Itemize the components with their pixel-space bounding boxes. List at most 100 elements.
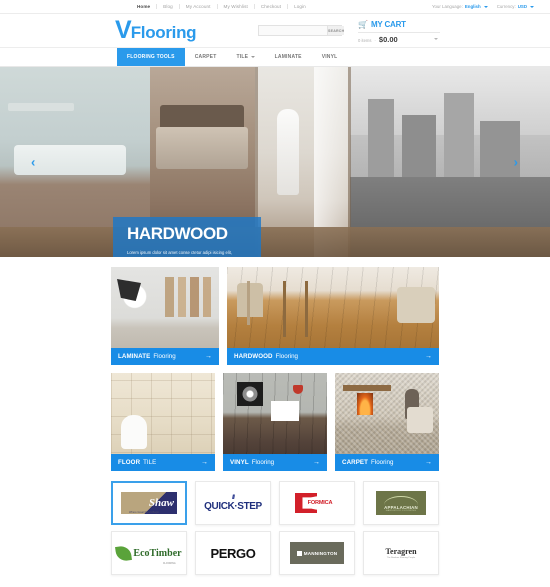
main-nav: FLOORING TOOLS CARPET TILE LAMINATE VINY… bbox=[0, 48, 550, 67]
top-utility-bar: Home Blog My Account My Wishlist Checkou… bbox=[0, 0, 550, 14]
brand-card-appalachian[interactable]: APPALACHIAN HARDWOOD FLOORING bbox=[363, 481, 439, 525]
brand-tagline: HARDWOOD FLOORING bbox=[385, 510, 417, 512]
top-bar-right: Your Language: English Currency: USD bbox=[432, 4, 534, 9]
tile-caption-normal: TILE bbox=[143, 459, 157, 466]
top-nav-item-home[interactable]: Home bbox=[131, 4, 156, 9]
quickstep-logo-icon: /// QUICK·STEP bbox=[204, 495, 262, 512]
site-header: V Flooring SEARCH 🛒 MY CART 0 items - $0… bbox=[0, 14, 550, 48]
divider bbox=[358, 32, 440, 33]
hero-title: HARDWOOD bbox=[127, 224, 228, 243]
hero-slide-caption: HARDWOOD Lorem ipsum dolor sit amet cons… bbox=[113, 217, 261, 257]
brand-name: QUICK·STEP bbox=[204, 500, 262, 512]
nav-label: LAMINATE bbox=[274, 54, 302, 60]
search-bar[interactable]: SEARCH bbox=[258, 25, 345, 36]
nav-item-vinyl[interactable]: VINYL bbox=[312, 48, 348, 66]
brand-row-1: Shaw Where Great Floors Begin /// QUICK·… bbox=[111, 481, 439, 525]
carousel-prev-button[interactable]: ‹ bbox=[31, 156, 35, 169]
brand-name: FORMICA bbox=[307, 500, 333, 506]
cart-separator: - bbox=[374, 38, 376, 43]
tile-hardwood-flooring[interactable]: HARDWOOD Flooring → bbox=[227, 267, 439, 365]
teragren-logo-icon: Teragren The Bamboo Flooring People bbox=[385, 547, 416, 559]
mini-cart[interactable]: 🛒 MY CART 0 items - $0.00 bbox=[358, 20, 440, 44]
top-nav-item-blog[interactable]: Blog bbox=[157, 4, 179, 9]
nav-label: FLOORING TOOLS bbox=[127, 54, 175, 60]
arrow-right-icon: → bbox=[205, 353, 212, 360]
shaw-logo-icon: Shaw Where Great Floors Begin bbox=[121, 492, 177, 514]
brand-card-formica[interactable]: FORMICA bbox=[279, 481, 355, 525]
tile-caption: HARDWOOD Flooring → bbox=[227, 348, 439, 365]
tile-caption-normal: Flooring bbox=[371, 459, 394, 466]
nav-label: VINYL bbox=[321, 54, 338, 60]
language-selector[interactable]: Your Language: English bbox=[432, 4, 488, 9]
brand-name: Teragren bbox=[385, 547, 417, 556]
chevron-down-icon[interactable] bbox=[434, 38, 438, 40]
nav-item-laminate[interactable]: LAMINATE bbox=[265, 48, 312, 66]
chevron-down-icon bbox=[250, 56, 255, 58]
cart-total: $0.00 bbox=[378, 35, 398, 44]
nav-label: CARPET bbox=[194, 54, 217, 60]
arrow-right-icon: → bbox=[313, 459, 320, 466]
cart-item-count: 0 items bbox=[358, 38, 372, 43]
tile-caption-bold: FLOOR bbox=[118, 459, 141, 466]
chevron-down-icon bbox=[483, 5, 488, 8]
tile-caption-bold: HARDWOOD bbox=[234, 353, 273, 360]
tile-caption-bold: VINYL bbox=[230, 459, 249, 466]
chevron-down-icon bbox=[530, 5, 534, 8]
brand-name: Shaw bbox=[148, 496, 174, 509]
leaf-icon bbox=[115, 544, 133, 562]
tile-caption: CARPET Flooring → bbox=[335, 454, 439, 471]
top-nav-item-my-wishlist[interactable]: My Wishlist bbox=[218, 4, 254, 9]
top-nav-item-my-account[interactable]: My Account bbox=[180, 4, 217, 9]
ecotimber-logo-icon: EcoTimber FLOORING bbox=[115, 544, 182, 565]
pergo-logo-icon: PERGO bbox=[211, 546, 256, 561]
currency-label: Currency: bbox=[496, 4, 516, 9]
tile-caption: LAMINATE Flooring → bbox=[111, 348, 219, 365]
tile-vinyl-flooring[interactable]: VINYL Flooring → bbox=[223, 373, 327, 471]
brand-tagline: Where Great Floors Begin bbox=[129, 511, 160, 514]
tile-caption: FLOOR TILE → bbox=[111, 454, 215, 471]
site-logo[interactable]: V Flooring bbox=[115, 16, 197, 44]
brand-name: PERGO bbox=[210, 545, 256, 561]
top-nav-item-login[interactable]: Login bbox=[288, 4, 312, 9]
square-icon bbox=[296, 550, 302, 556]
language-label: Your Language: bbox=[431, 4, 463, 9]
tile-caption: VINYL Flooring → bbox=[223, 454, 327, 471]
brand-card-quickstep[interactable]: /// QUICK·STEP bbox=[195, 481, 271, 525]
arrow-right-icon: → bbox=[425, 353, 432, 360]
search-input[interactable] bbox=[259, 26, 327, 35]
nav-item-flooring-tools[interactable]: FLOORING TOOLS bbox=[117, 48, 185, 66]
brand-tagline: The Bamboo Flooring People bbox=[386, 557, 416, 559]
top-nav-item-checkout[interactable]: Checkout bbox=[255, 4, 287, 9]
tile-floor-tile[interactable]: FLOOR TILE → bbox=[111, 373, 215, 471]
brand-card-shaw[interactable]: Shaw Where Great Floors Begin bbox=[111, 481, 187, 525]
language-value: English bbox=[464, 4, 481, 9]
brand-card-mannington[interactable]: MANNINGTON bbox=[279, 531, 355, 575]
brand-card-pergo[interactable]: PERGO bbox=[195, 531, 271, 575]
category-tile-grid: LAMINATE Flooring → HARDWOOD Flooring → … bbox=[0, 257, 550, 471]
cart-title: MY CART bbox=[370, 20, 406, 29]
hero-body-text: Lorem ipsum dolor sit amet conse ctetur … bbox=[127, 250, 232, 255]
search-button[interactable]: SEARCH bbox=[327, 26, 345, 35]
cart-header: 🛒 MY CART bbox=[358, 20, 440, 29]
logo-mark: V bbox=[115, 16, 132, 44]
brand-card-teragren[interactable]: Teragren The Bamboo Flooring People bbox=[363, 531, 439, 575]
tile-caption-normal: Flooring bbox=[275, 353, 298, 360]
currency-value: USD bbox=[517, 4, 527, 9]
mannington-logo-icon: MANNINGTON bbox=[290, 542, 344, 564]
brand-row-2: EcoTimber FLOORING PERGO MANNINGTON Tera… bbox=[111, 531, 439, 575]
tile-row-2: FLOOR TILE → VINYL Flooring → CARPET Flo… bbox=[111, 373, 439, 471]
tile-row-1: LAMINATE Flooring → HARDWOOD Flooring → bbox=[111, 267, 439, 365]
brand-name: EcoTimber bbox=[133, 547, 182, 559]
carousel-next-button[interactable]: › bbox=[514, 156, 518, 169]
brand-name: MANNINGTON bbox=[303, 550, 338, 556]
currency-selector[interactable]: Currency: USD bbox=[497, 4, 534, 9]
nav-item-tile[interactable]: TILE bbox=[226, 48, 264, 66]
tile-caption-normal: Flooring bbox=[251, 459, 275, 466]
nav-item-carpet[interactable]: CARPET bbox=[185, 48, 227, 66]
formica-logo-icon: FORMICA bbox=[289, 493, 345, 513]
nav-label: TILE bbox=[236, 54, 249, 60]
appalachian-logo-icon: APPALACHIAN HARDWOOD FLOORING bbox=[376, 491, 426, 515]
brand-card-ecotimber[interactable]: EcoTimber FLOORING bbox=[111, 531, 187, 575]
tile-carpet-flooring[interactable]: CARPET Flooring → bbox=[335, 373, 439, 471]
tile-laminate-flooring[interactable]: LAMINATE Flooring → bbox=[111, 267, 219, 365]
